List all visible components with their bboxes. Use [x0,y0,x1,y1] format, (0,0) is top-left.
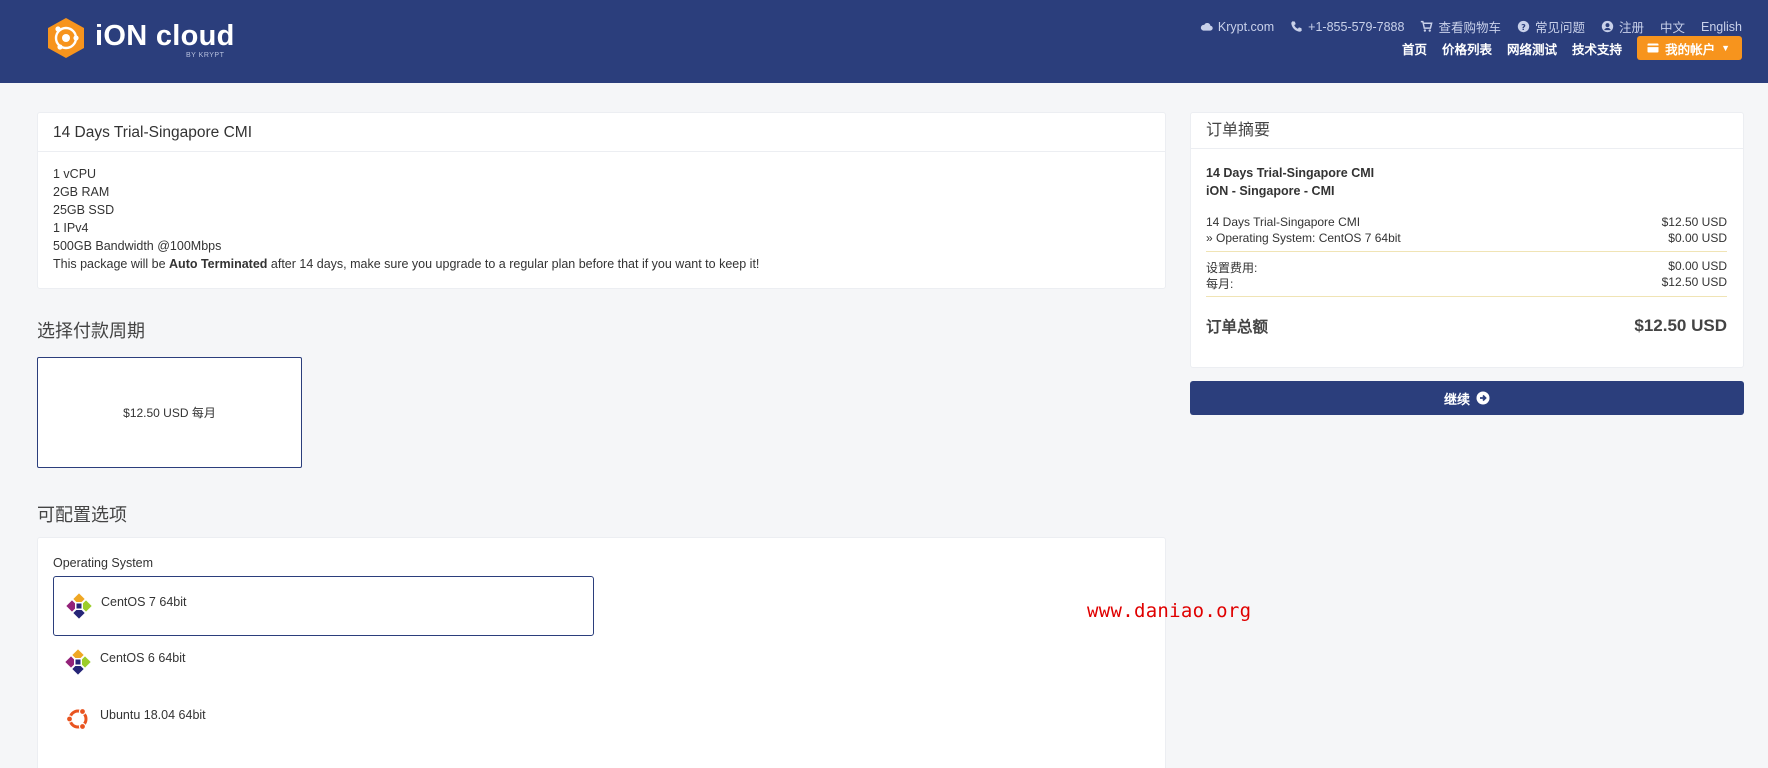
nav-home[interactable]: 首页 [1402,39,1427,58]
lang-chinese-link[interactable]: 中文 [1660,17,1685,36]
summary-line-label: » Operating System: CentOS 7 64bit [1206,231,1401,245]
monthly-label: 每月: [1206,277,1234,291]
config-options-heading: 可配置选项 [37,505,127,525]
setup-fee-label: 设置费用: [1206,261,1258,275]
auto-terminated-text: Auto Terminated [169,257,268,271]
summary-product: 14 Days Trial-Singapore CMI iON - Singap… [1206,164,1374,200]
monthly-value: $12.50 USD [1661,275,1727,289]
main-nav: 首页 价格列表 网络测试 技术支持 我的帐户 ▼ [1402,36,1742,60]
krypt-link[interactable]: Krypt.com [1200,20,1274,34]
spec-line: 25GB SSD [53,203,115,217]
config-options-card: Operating System CentOS 7 64bit CentOS 6… [37,537,1166,768]
continue-button[interactable]: 继续 [1190,381,1744,415]
billing-cycle-option[interactable]: $12.50 USD 每月 [37,357,302,468]
summary-line-value: $0.00 USD [1668,231,1727,245]
brand-subtitle: BY KRYPT [186,52,225,59]
site-header: iON cloud BY KRYPT Krypt.com +1-855-579-… [0,0,1768,83]
faq-label: 常见问题 [1534,21,1585,35]
setup-fee-value: $0.00 USD [1668,259,1727,273]
order-summary-title: 订单摘要 [1191,113,1743,149]
register-link[interactable]: 注册 [1601,17,1644,36]
product-info-card: 14 Days Trial-Singapore CMI 1 vCPU 2GB R… [37,112,1166,289]
watermark-text: www.daniao.org [1087,600,1252,622]
krypt-link-label: Krypt.com [1217,19,1275,34]
my-account-label: 我的帐户 [1665,42,1716,57]
faq-link[interactable]: ? 常见问题 [1517,17,1585,36]
centos-icon [66,593,92,619]
summary-line: » Operating System: CentOS 7 64bit $0.00… [1206,231,1727,245]
my-account-button[interactable]: 我的帐户 ▼ [1637,36,1742,60]
summary-line: 14 Days Trial-Singapore CMI $12.50 USD [1206,215,1727,229]
summary-product-name: 14 Days Trial-Singapore CMI [1206,166,1375,180]
phone-number: +1-855-579-7888 [1308,19,1405,34]
nav-pricing[interactable]: 价格列表 [1442,39,1492,58]
brand-name: iON cloud [95,19,235,52]
phone-link[interactable]: +1-855-579-7888 [1290,20,1404,34]
summary-line-label: 14 Days Trial-Singapore CMI [1206,215,1361,229]
question-circle-icon: ? [1517,20,1530,33]
svg-text:?: ? [1521,22,1526,32]
card-icon [1647,43,1659,53]
summary-setup-fee: 设置费用: $0.00 USD [1206,259,1727,276]
register-label: 注册 [1618,21,1644,35]
termination-note: This package will be Auto Terminated aft… [53,257,760,271]
view-cart-link[interactable]: 查看购物车 [1420,17,1501,36]
continue-label: 继续 [1443,391,1470,407]
billing-cycle-heading: 选择付款周期 [37,321,145,341]
spec-line: 500GB Bandwidth @100Mbps [53,239,222,253]
ion-logo-icon [48,18,84,58]
view-cart-label: 查看购物车 [1438,21,1501,35]
order-summary-card: 订单摘要 14 Days Trial-Singapore CMI iON - S… [1190,112,1744,368]
os-option-ubuntu1804[interactable]: Ubuntu 18.04 64bit [53,690,594,750]
os-option-label: Ubuntu 18.04 64bit [100,708,206,722]
user-icon [1601,20,1614,33]
cloud-icon [1200,22,1213,31]
spec-line: 1 vCPU [53,167,97,181]
order-total-value: $12.50 USD [1634,316,1727,335]
summary-line-value: $12.50 USD [1661,215,1727,229]
spec-line: 1 IPv4 [53,221,89,235]
os-option-label: CentOS 6 64bit [100,651,186,665]
order-total: 订单总额 $12.50 USD [1206,315,1727,337]
chevron-down-icon: ▼ [1721,43,1730,53]
centos-icon [65,649,91,675]
arrow-circle-right-icon [1476,391,1490,405]
product-title: 14 Days Trial-Singapore CMI [38,113,1165,152]
top-utility-bar: Krypt.com +1-855-579-7888 查看购物车 ? 常见问题 注… [1200,17,1742,36]
cart-icon [1421,20,1433,32]
os-label: Operating System [53,556,154,570]
summary-divider [1206,251,1727,252]
os-option-label: CentOS 7 64bit [101,595,187,609]
os-option-centos7[interactable]: CentOS 7 64bit [53,576,594,636]
nav-network-test[interactable]: 网络测试 [1507,39,1557,58]
phone-icon [1291,21,1302,32]
nav-support[interactable]: 技术支持 [1572,39,1622,58]
spec-line: 2GB RAM [53,185,110,199]
ubuntu-icon [65,707,88,731]
os-option-centos6[interactable]: CentOS 6 64bit [53,633,594,693]
summary-divider [1206,296,1727,297]
lang-english-link[interactable]: English [1701,20,1742,34]
product-specs: 1 vCPU 2GB RAM 25GB SSD 1 IPv4 500GB Ban… [38,152,1165,286]
order-total-label: 订单总额 [1206,319,1269,336]
summary-product-group: iON - Singapore - CMI [1206,184,1335,198]
summary-monthly: 每月: $12.50 USD [1206,275,1727,292]
